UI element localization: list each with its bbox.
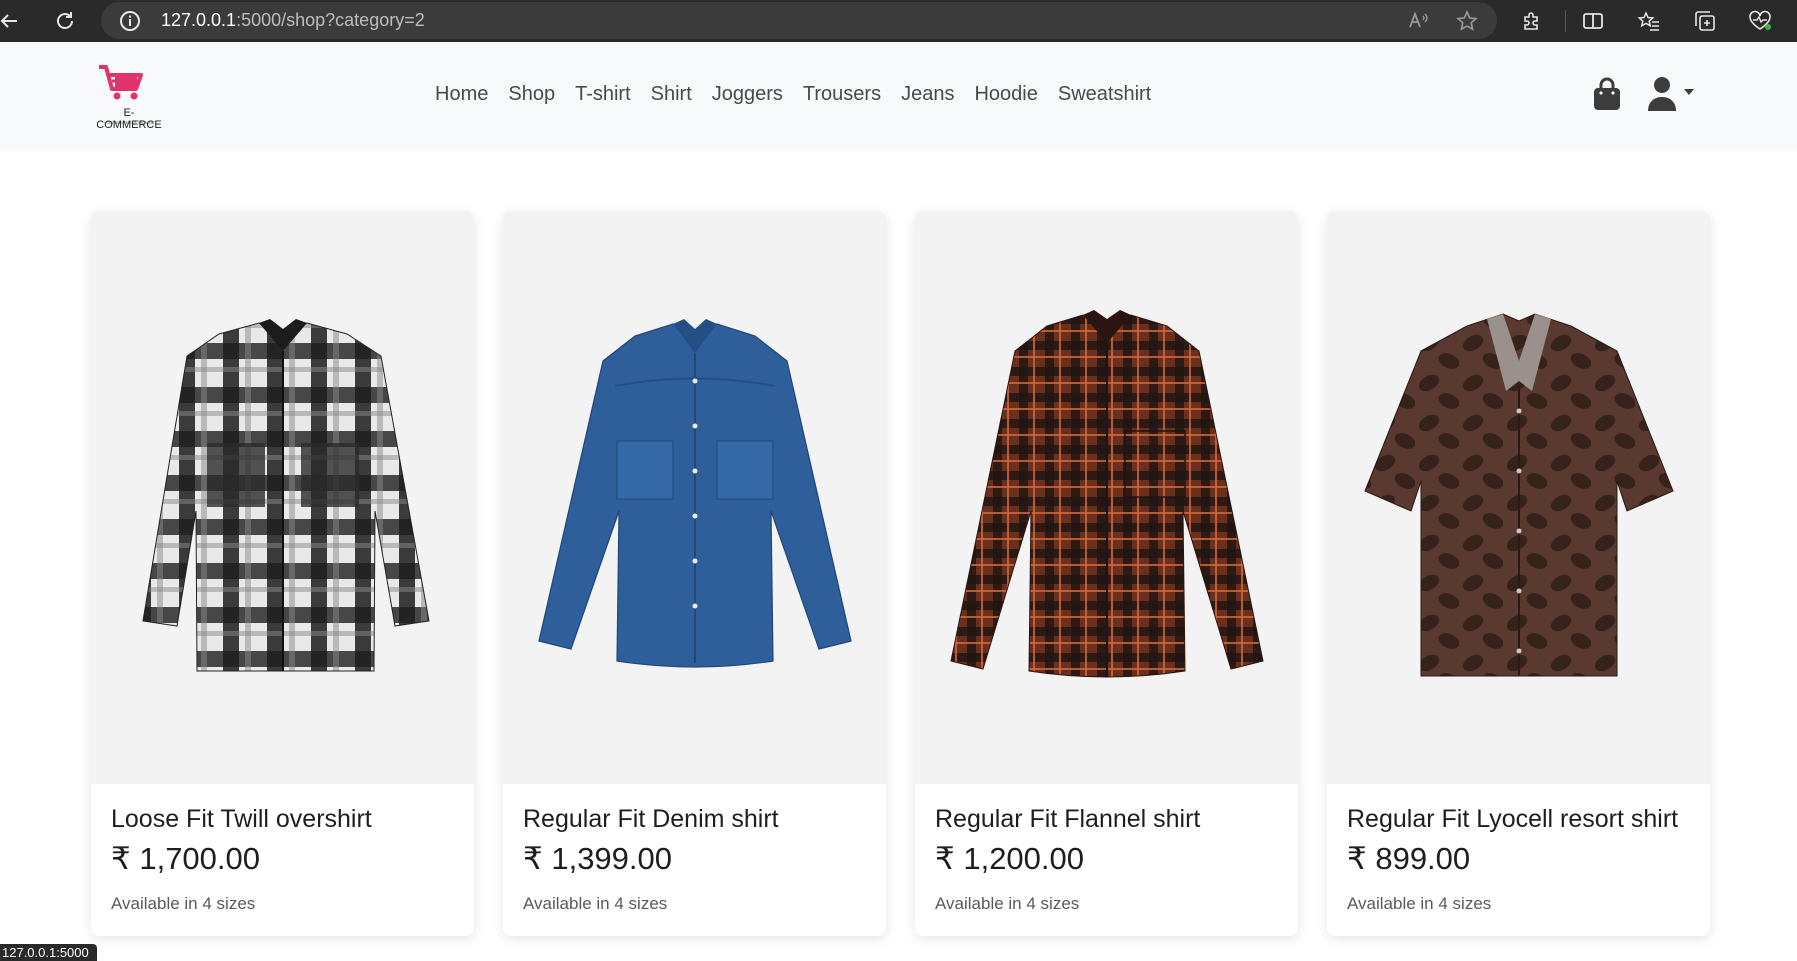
product-card[interactable]: Regular Fit Flannel shirt ₹ 1,200.00 Ava… bbox=[915, 211, 1298, 936]
user-icon bbox=[1648, 77, 1694, 111]
product-sizes: Available in 4 sizes bbox=[523, 894, 668, 913]
brand-name: E-COMMERCE bbox=[96, 107, 162, 131]
browser-essentials-icon[interactable] bbox=[1745, 6, 1775, 36]
read-aloud-icon[interactable] bbox=[1403, 6, 1433, 36]
status-bar-url: 127.0.0.1:5000 bbox=[0, 944, 97, 961]
product-name[interactable]: Regular Fit Flannel shirt bbox=[935, 805, 1200, 834]
product-sizes: Available in 4 sizes bbox=[111, 894, 256, 913]
nav-link-tshirt[interactable]: T-shirt bbox=[565, 83, 641, 106]
product-price: ₹ 899.00 bbox=[1347, 841, 1471, 876]
product-image[interactable] bbox=[503, 211, 886, 784]
toolbar-divider bbox=[1565, 10, 1566, 32]
nav-link-hoodie[interactable]: Hoodie bbox=[964, 83, 1047, 106]
url-path: :5000/shop?category=2 bbox=[236, 10, 425, 30]
address-bar[interactable]: 127.0.0.1:5000/shop?category=2 bbox=[101, 2, 1497, 39]
product-card[interactable]: Regular Fit Lyocell resort shirt ₹ 899.0… bbox=[1327, 211, 1710, 936]
nav-link-joggers[interactable]: Joggers bbox=[702, 83, 793, 106]
extensions-icon[interactable] bbox=[1517, 6, 1547, 36]
product-sizes: Available in 4 sizes bbox=[1347, 894, 1492, 913]
nav-link-jeans[interactable]: Jeans bbox=[891, 83, 964, 106]
nav-link-trousers[interactable]: Trousers bbox=[793, 83, 891, 106]
collections-icon[interactable] bbox=[1690, 6, 1720, 36]
url-text: 127.0.0.1:5000/shop?category=2 bbox=[161, 10, 425, 31]
product-price: ₹ 1,700.00 bbox=[111, 841, 261, 876]
brand-logo[interactable]: E-COMMERCE YOUR BUSINESS TAGLINE bbox=[93, 65, 165, 131]
product-name[interactable]: Regular Fit Denim shirt bbox=[523, 805, 779, 834]
browser-toolbar: 127.0.0.1:5000/shop?category=2 bbox=[0, 0, 1797, 42]
product-price: ₹ 1,399.00 bbox=[523, 841, 673, 876]
back-arrow-icon[interactable] bbox=[0, 6, 24, 36]
product-image[interactable] bbox=[91, 211, 474, 784]
product-price: ₹ 1,200.00 bbox=[935, 841, 1085, 876]
nav-link-sweatshirt[interactable]: Sweatshirt bbox=[1048, 83, 1161, 106]
favorite-star-icon[interactable] bbox=[1452, 6, 1482, 36]
favorites-list-icon[interactable] bbox=[1634, 6, 1664, 36]
product-sizes: Available in 4 sizes bbox=[935, 894, 1080, 913]
product-name[interactable]: Loose Fit Twill overshirt bbox=[111, 805, 372, 834]
product-card[interactable]: Regular Fit Denim shirt ₹ 1,399.00 Avail… bbox=[503, 211, 886, 936]
brand-tagline: YOUR BUSINESS TAGLINE bbox=[103, 120, 155, 125]
site-navbar: E-COMMERCE YOUR BUSINESS TAGLINE Home Sh… bbox=[0, 43, 1797, 151]
product-name[interactable]: Regular Fit Lyocell resort shirt bbox=[1347, 805, 1678, 834]
cart-logo-icon bbox=[99, 65, 143, 100]
product-image[interactable] bbox=[915, 211, 1298, 784]
split-screen-icon[interactable] bbox=[1578, 6, 1608, 36]
product-grid: Loose Fit Twill overshirt ₹ 1,700.00 Ava… bbox=[91, 211, 1713, 936]
shopping-bag-icon[interactable] bbox=[1592, 77, 1622, 111]
product-image[interactable] bbox=[1327, 211, 1710, 784]
main-menu: Home Shop T-shirt Shirt Joggers Trousers… bbox=[425, 83, 1161, 106]
product-card[interactable]: Loose Fit Twill overshirt ₹ 1,700.00 Ava… bbox=[91, 211, 474, 936]
nav-link-home[interactable]: Home bbox=[425, 83, 498, 106]
reload-icon[interactable] bbox=[50, 6, 80, 36]
site-info-icon[interactable] bbox=[119, 10, 141, 32]
nav-link-shirt[interactable]: Shirt bbox=[641, 83, 702, 106]
user-menu-toggle[interactable] bbox=[1648, 76, 1700, 112]
nav-link-shop[interactable]: Shop bbox=[498, 83, 565, 106]
url-host: 127.0.0.1 bbox=[161, 10, 237, 30]
